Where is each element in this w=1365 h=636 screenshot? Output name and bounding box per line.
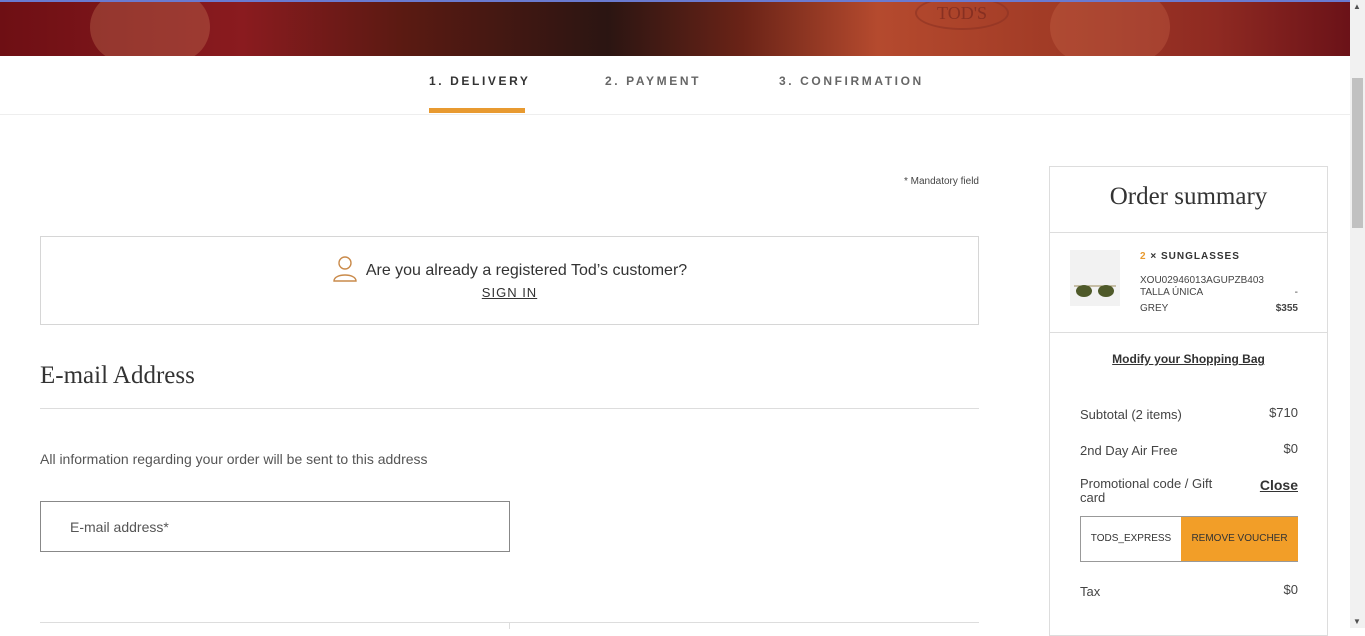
- divider: [1050, 232, 1327, 233]
- shipping-label: 2nd Day Air Free: [1080, 443, 1178, 458]
- tax-label: Tax: [1080, 584, 1101, 599]
- signin-link[interactable]: SIGN IN: [41, 285, 978, 300]
- remove-voucher-button[interactable]: REMOVE VOUCHER: [1181, 517, 1298, 561]
- checkout-steps: 1. DELIVERY 2. PAYMENT 3. CONFIRMATION: [0, 56, 1350, 115]
- hero-strap-decoration: [90, 2, 210, 56]
- hero-strap-decoration: [1050, 2, 1170, 56]
- order-summary-panel: Order summary 2 × SUNGLASSES XOU02946013…: [1049, 166, 1328, 636]
- email-info-text: All information regarding your order wil…: [40, 451, 428, 467]
- divider: [1050, 332, 1327, 333]
- signin-question: Are you already a registered Tod’s custo…: [365, 262, 688, 280]
- scrollbar-thumb[interactable]: [1352, 78, 1363, 228]
- step-payment[interactable]: 2. PAYMENT: [605, 74, 701, 88]
- promo-label: Promotional code / Gift card: [1080, 476, 1213, 505]
- hero-banner: TOD'S: [0, 0, 1350, 56]
- close-promo-link[interactable]: Close: [1260, 477, 1298, 493]
- signin-question-row: Are you already a registered Tod’s custo…: [41, 255, 978, 287]
- voucher-box: TODS_EXPRESS REMOVE VOUCHER: [1080, 516, 1298, 562]
- divider: [40, 408, 979, 409]
- modify-bag-link[interactable]: Modify your Shopping Bag: [1050, 352, 1327, 366]
- mandatory-field-note: * Mandatory field: [903, 176, 979, 187]
- product-price: $355: [1275, 303, 1298, 314]
- voucher-code: TODS_EXPRESS: [1090, 533, 1172, 544]
- active-step-indicator: [429, 108, 525, 113]
- product-sku: XOU02946013AGUPZB403: [1140, 275, 1264, 286]
- product-thumbnail[interactable]: [1070, 250, 1120, 306]
- scroll-up-icon[interactable]: ▲: [1353, 2, 1361, 11]
- scroll-down-icon[interactable]: ▼: [1353, 617, 1361, 626]
- product-name: 2 × SUNGLASSES: [1140, 251, 1240, 262]
- tax-value: $0: [1283, 582, 1298, 597]
- email-input[interactable]: [40, 501, 510, 552]
- signin-panel: Are you already a registered Tod’s custo…: [40, 236, 979, 325]
- user-icon: [332, 255, 358, 287]
- email-section-title: E-mail Address: [40, 362, 195, 389]
- product-dash: -: [1294, 287, 1298, 298]
- times-symbol: ×: [1150, 251, 1158, 262]
- page-scrollbar[interactable]: ▲ ▼: [1350, 0, 1365, 628]
- product-title: SUNGLASSES: [1160, 251, 1240, 262]
- product-size: TALLA ÚNICA: [1140, 287, 1204, 298]
- shipping-value: $0: [1283, 441, 1298, 456]
- product-color: GREY: [1140, 303, 1169, 314]
- step-delivery[interactable]: 1. DELIVERY: [429, 74, 531, 88]
- product-quantity: 2: [1140, 251, 1147, 262]
- subtotal-value: $710: [1269, 405, 1298, 420]
- sunglasses-icon: [1074, 285, 1116, 297]
- hero-logo-emboss: TOD'S: [915, 2, 1009, 30]
- divider: [509, 623, 510, 629]
- step-confirmation[interactable]: 3. CONFIRMATION: [779, 74, 924, 88]
- order-summary-title: Order summary: [1109, 183, 1268, 210]
- subtotal-label: Subtotal (2 items): [1080, 407, 1182, 422]
